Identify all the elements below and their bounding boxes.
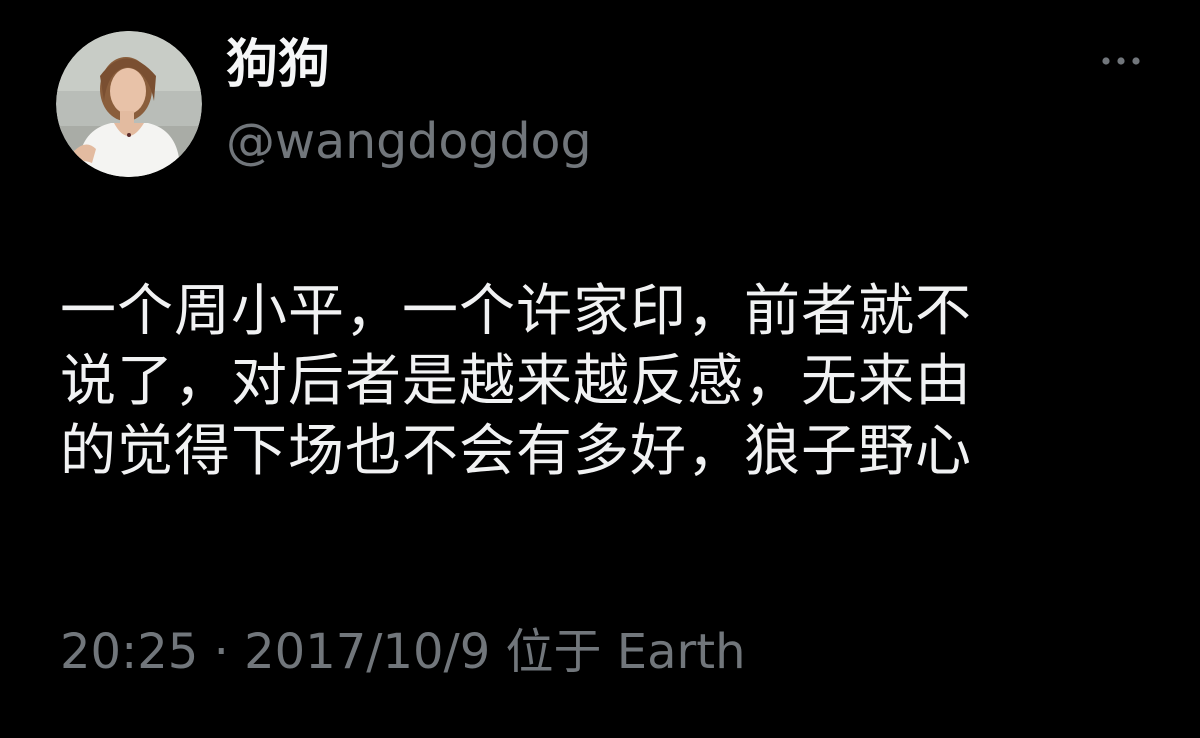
tweet-text-line: 说了，对后者是越来越反感，无来由: [60, 349, 972, 414]
tweet-location: Earth: [616, 624, 746, 680]
tweet-time[interactable]: 20:25: [60, 624, 198, 680]
more-options-button[interactable]: [1094, 46, 1148, 76]
ellipsis-horizontal-icon: [1102, 57, 1140, 65]
tweet-text-line: 的觉得下场也不会有多好，狼子野心: [60, 419, 972, 484]
tweet-metadata: 20:25 · 2017/10/9 位于 Earth: [60, 622, 745, 682]
tweet-card: 狗狗 @wangdogdog 一个周小平，一个许家印，前者就不 说了，对后者是越…: [0, 0, 1200, 738]
display-name[interactable]: 狗狗: [226, 36, 330, 94]
avatar-photo-icon: [56, 31, 202, 177]
tweet-date[interactable]: 2017/10/9: [244, 624, 490, 680]
tweet-text-line: 一个周小平，一个许家印，前者就不: [60, 279, 972, 344]
user-handle[interactable]: @wangdogdog: [226, 113, 592, 171]
location-prefix: 位于: [490, 624, 617, 680]
meta-separator: ·: [198, 624, 245, 680]
tweet-text: 一个周小平，一个许家印，前者就不 说了，对后者是越来越反感，无来由 的觉得下场也…: [60, 277, 1140, 487]
avatar[interactable]: [56, 31, 202, 177]
